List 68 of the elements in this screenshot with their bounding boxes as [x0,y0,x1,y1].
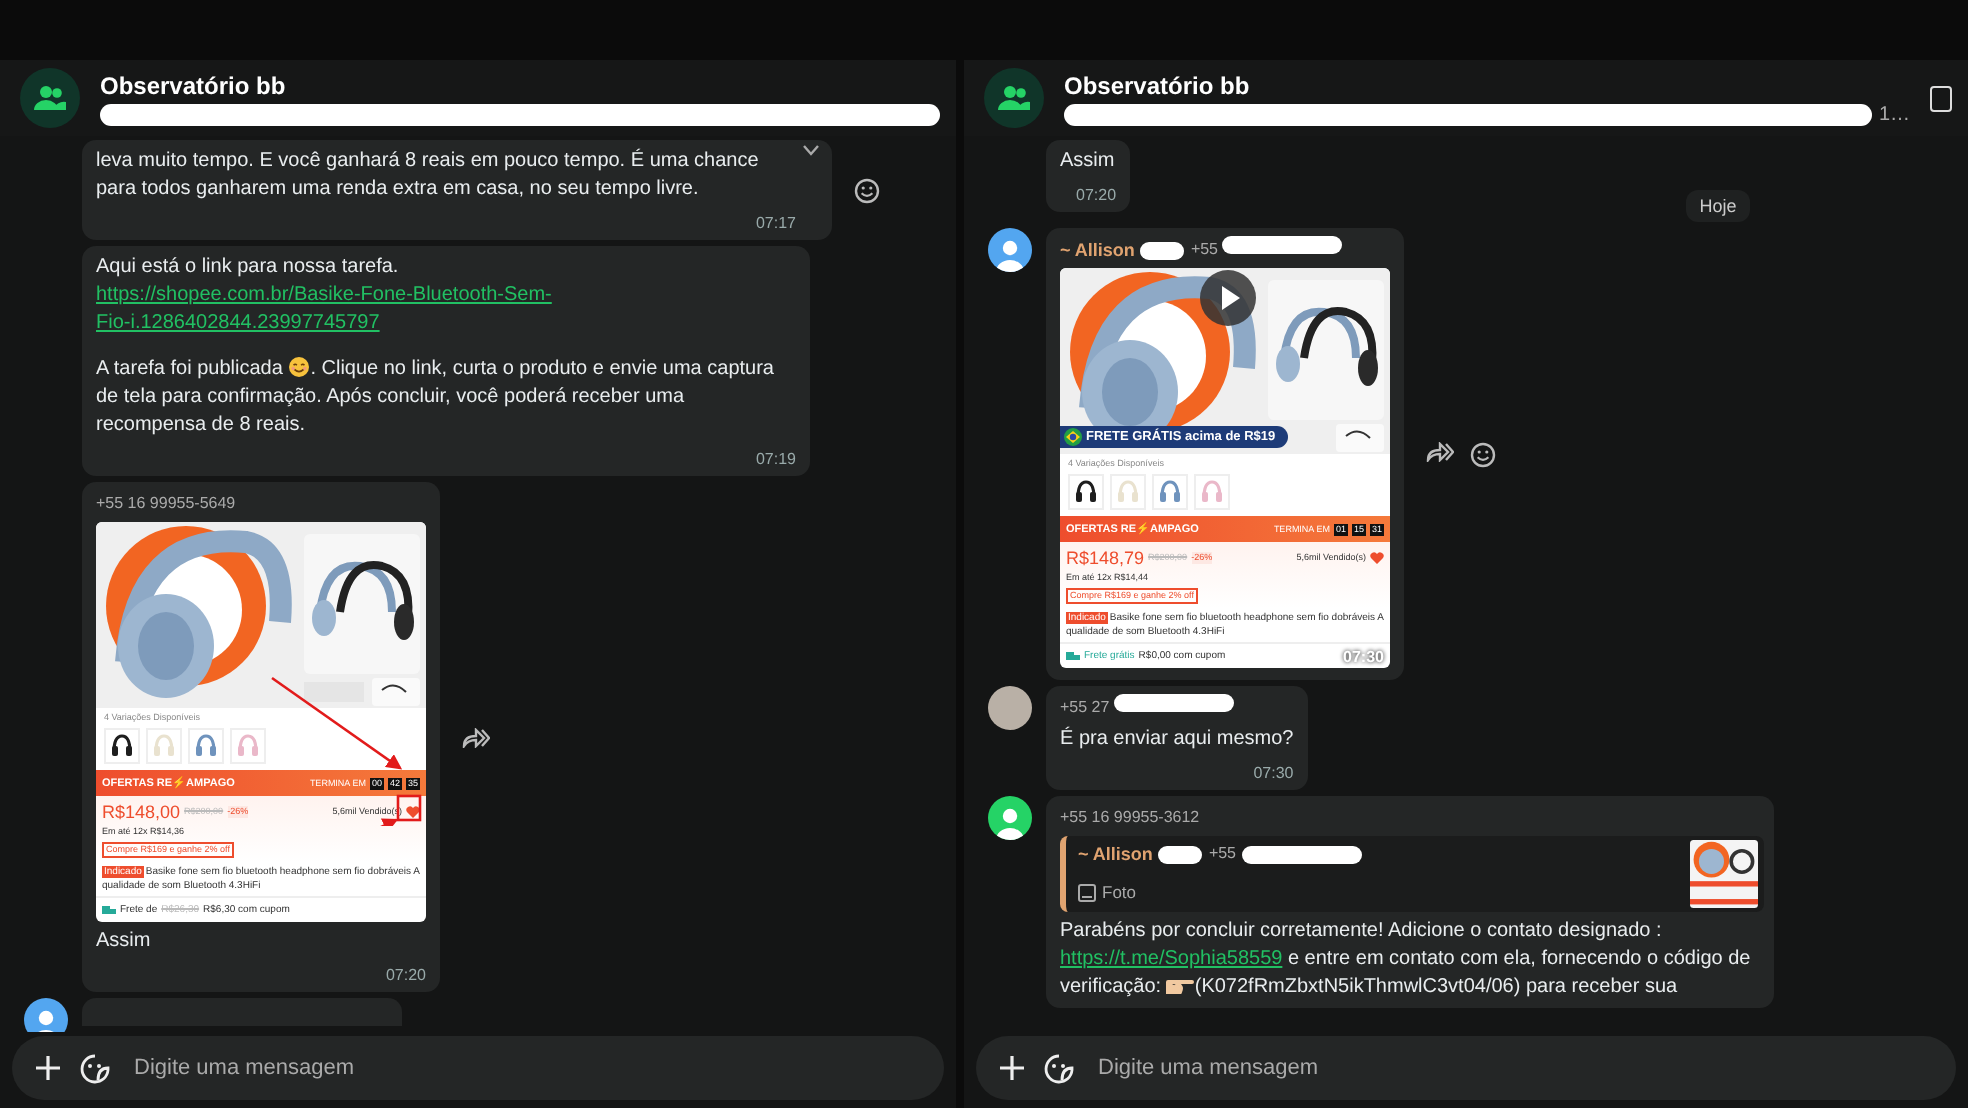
play-icon[interactable] [1200,270,1256,326]
redaction-mark [1158,845,1203,863]
quoted-sender-phone: +55 [1208,842,1237,866]
message-time: 07:17 [755,214,796,234]
quoted-media-label: Foto [1102,880,1137,906]
message-text: leva muito tempo. E você ganhará 8 reais em pouco tempo. É uma chance para todos ganharem uma renda extra em casa, no seu tempo livre. [96,148,761,204]
truck-icon [102,905,116,915]
message-field[interactable]: Digite uma mensagem [12,1036,944,1100]
message-text: Assim [1060,148,1117,176]
date-chip: Hoje [1685,190,1751,222]
message-text: Assim [96,928,153,956]
plus-icon[interactable] [1000,1056,1024,1080]
message-input[interactable]: Digite uma mensagem [130,1054,920,1082]
message-text: A tarefa foi publicada . Clique no link, curta o produto e envie uma captura de tela para confirmação. Após concluir, você poderá receber uma recompensa de 8 reais. [96,356,776,440]
sender-name[interactable]: ~ Allison [1060,236,1135,264]
message-link[interactable]: https://t.me/Sophia58559 [1060,948,1283,970]
variant-thumbnail[interactable] [1110,474,1146,510]
truck-icon [1066,651,1080,661]
variant-thumbnail[interactable] [1152,474,1188,510]
redaction-mark [1242,845,1363,863]
smiling-emoji-icon [288,356,311,378]
sender-phone: +55 16 99955-5649 [96,492,236,516]
variant-thumbnail[interactable] [230,728,266,764]
group-avatar [984,68,1044,128]
variant-thumbnail[interactable] [104,728,140,764]
message-field[interactable]: Digite uma mensagem [976,1036,1956,1100]
forward-icon[interactable] [462,727,490,747]
message-text: Parabéns por concluir corretamente! Adicione o contato designado : https://t.me/Sophia58559 e entre em contato com ela, fornecendo o código de verificação: (K072fRmZbxtN5ikThmwlC3vt04/06) para receber sua [1060,918,1753,1002]
variant-thumbnail[interactable] [146,728,182,764]
heart-icon[interactable] [406,806,420,818]
sticker-icon[interactable] [80,1053,110,1083]
message-time: 07:30 [1343,652,1384,664]
message-time: 07:19 [755,450,796,470]
sender-phone: +55 27 [1060,694,1234,722]
price: R$148,00 [102,802,181,822]
message-time: 07:20 [385,966,426,986]
price: R$148,79 [1066,548,1145,568]
message-text: É pra enviar aqui mesmo? [1060,726,1294,754]
product-screenshot[interactable] [1060,268,1390,668]
sticker-icon[interactable] [1044,1053,1074,1083]
photo-icon [1078,883,1096,901]
quoted-sender-name: ~ Allison [1078,842,1153,868]
emoji-icon[interactable] [1470,441,1496,467]
participants-text: 1… [1878,103,1910,125]
plus-icon[interactable] [36,1056,60,1080]
group-avatar [20,68,80,128]
message-input[interactable]: Digite uma mensagem [1094,1054,1932,1082]
variant-thumbnail[interactable] [188,728,224,764]
forward-icon[interactable] [1426,441,1454,461]
window-icon[interactable] [1930,85,1952,111]
chat-title: Observatório bb [1064,71,1252,99]
message-link[interactable]: https://shopee.com.br/Basike-Fone-Bluetooth-Sem-Fio-i.1286402844.23997745797 [96,282,586,338]
product-screenshot[interactable] [96,522,426,922]
chat-title: Observatório bb [100,71,288,99]
message-time: 07:20 [1076,186,1117,206]
redaction-mark [1140,241,1185,259]
quoted-message[interactable]: ~ Allison +55 Foto [1060,836,1764,912]
product-thumbnail-drawing [1690,840,1758,908]
message-text: Aqui está o link para nossa tarefa. https://shopee.com.br/Basike-Fone-Bluetooth-Sem-Fio-i.1286402844.23997745797 [96,254,796,338]
emoji-icon[interactable] [854,177,880,203]
chevron-down-icon[interactable] [802,144,820,156]
variant-thumbnail[interactable] [1068,474,1104,510]
message-time: 07:30 [1253,764,1294,784]
pointing-hand-emoji-icon [1166,976,1195,994]
sender-phone: +55 16 99955-3612 [1060,806,1200,830]
avatar-photo-placeholder [988,686,1032,730]
variant-thumbnail[interactable] [1194,474,1230,510]
heart-icon[interactable] [1370,552,1384,564]
